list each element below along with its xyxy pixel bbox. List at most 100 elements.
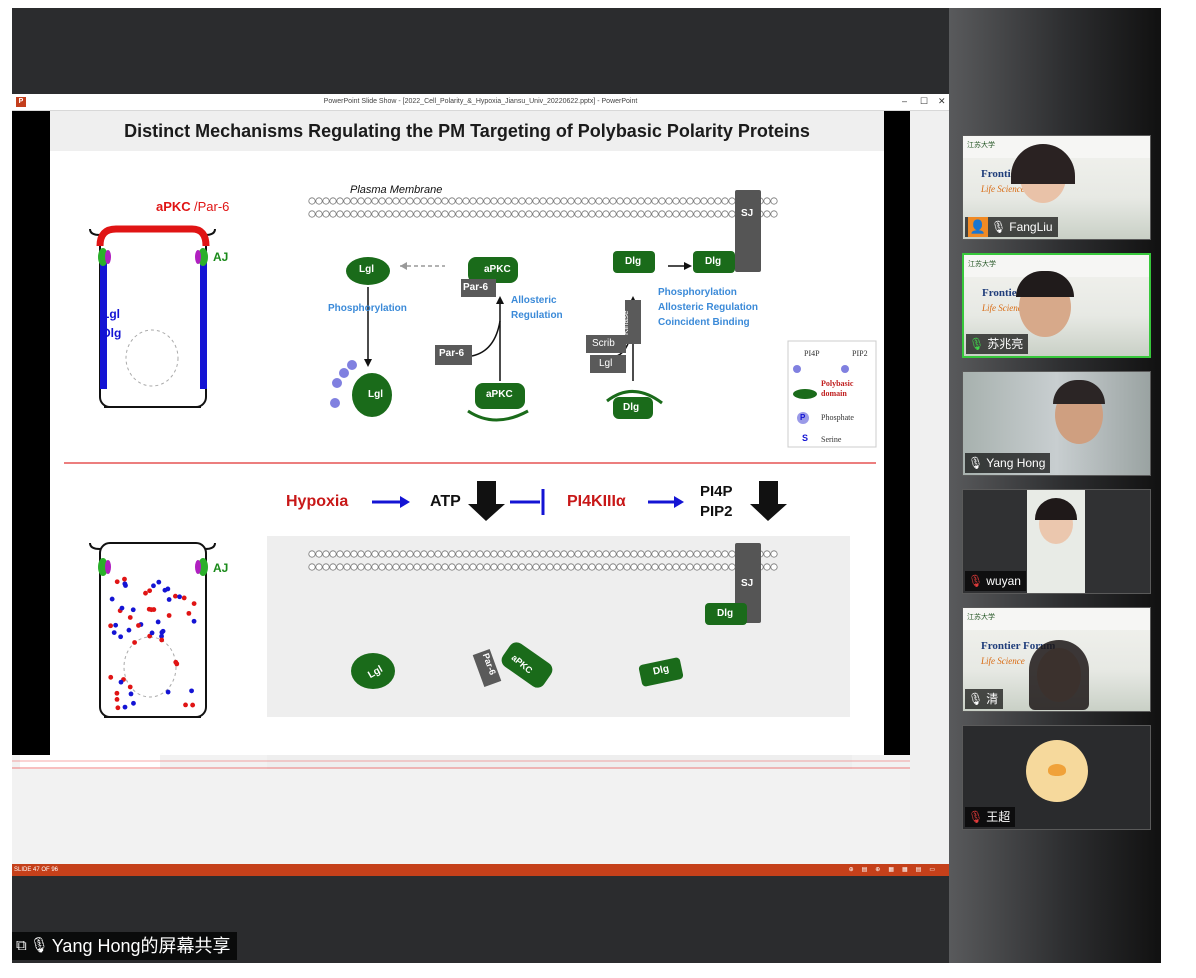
lipid-head — [350, 197, 358, 205]
lipid-head — [329, 197, 337, 205]
participant-nameplate: 🎙 Yang Hong — [965, 453, 1051, 473]
lipid-head — [637, 197, 645, 205]
lipid-head — [441, 197, 449, 205]
participant-tile-wuyan[interactable]: 🎙 wuyan — [962, 489, 1151, 594]
legend-phosphate: Phosphate — [821, 413, 854, 422]
cytosolic-dot — [177, 594, 182, 600]
lipid-head — [343, 197, 351, 205]
lipid-head — [672, 197, 680, 205]
lipid-head — [322, 210, 330, 218]
lipid-head — [672, 563, 680, 571]
participant-tile-wangchao[interactable]: 🎙 王超 — [962, 725, 1151, 830]
par6-box-label: Par-6 — [463, 282, 489, 293]
lipid-head — [469, 550, 477, 558]
participant-tile-suzhaoliang[interactable]: 江苏大学 Frontier Life Science 🎙 苏兆亮 — [962, 253, 1151, 358]
cytosolic-dot — [186, 610, 192, 616]
lipid-head — [581, 210, 589, 218]
lipid-head — [406, 550, 414, 558]
lipid-head — [525, 563, 533, 571]
multi-label-1: Phosphorylation — [658, 287, 737, 298]
cytosolic-dot — [159, 637, 165, 643]
lipid-head — [434, 210, 442, 218]
restore-button[interactable]: ☐ — [920, 96, 928, 107]
lipid-head — [623, 197, 631, 205]
lipid-head — [665, 210, 673, 218]
lipid-head — [476, 563, 484, 571]
legend-polybasic: Polybasic domain — [821, 379, 854, 398]
participant-tile-yanghong[interactable]: 🎙 Yang Hong — [962, 371, 1151, 476]
lipid-head — [560, 563, 568, 571]
lgl-cell-label: Lgl — [102, 307, 120, 321]
lipid-head — [364, 210, 372, 218]
lipid-head — [399, 563, 407, 571]
lipid-head — [504, 563, 512, 571]
lower-panel — [267, 536, 850, 717]
lipid-head — [371, 563, 379, 571]
lipid-head — [392, 550, 400, 558]
lipid-head — [623, 210, 631, 218]
lipid-head — [427, 550, 435, 558]
lipid-head — [679, 210, 687, 218]
lipid-head — [693, 550, 701, 558]
lipid-head — [336, 563, 344, 571]
legend-serine: Serine — [821, 435, 842, 444]
lipid-head — [588, 197, 596, 205]
lipid-head — [616, 210, 624, 218]
lipid-head — [385, 563, 393, 571]
microphone-muted-icon: 🎙 — [968, 574, 984, 588]
lipid-head — [623, 550, 631, 558]
lipid-head — [504, 197, 512, 205]
lipid-head — [609, 210, 617, 218]
lipid-head — [672, 550, 680, 558]
lipid-head — [385, 197, 393, 205]
cytosolic-dot — [122, 576, 127, 582]
lipid-head — [469, 563, 477, 571]
lipid-head — [602, 563, 610, 571]
lipid-head — [413, 550, 421, 558]
close-button[interactable]: ✕ — [938, 96, 946, 107]
lgl-phospho-label: Lgl — [368, 389, 383, 400]
aj-label-bottom: AJ — [213, 561, 229, 575]
minimize-button[interactable]: – — [902, 96, 907, 106]
participant-name: 王超 — [986, 810, 1011, 824]
dlg-bottom-label: Dlg — [717, 608, 734, 619]
lipid-head — [651, 210, 659, 218]
lipid-head — [406, 563, 414, 571]
lipid-head — [336, 550, 344, 558]
lipid-head — [658, 563, 666, 571]
lipid-head — [609, 563, 617, 571]
lipid-head — [420, 197, 428, 205]
lipid-head — [497, 197, 505, 205]
microphone-icon: 🎙 — [968, 456, 984, 470]
lipid-head — [721, 210, 729, 218]
cytosolic-dot — [126, 627, 132, 633]
lipid-head — [392, 563, 400, 571]
lipid-head — [707, 550, 715, 558]
participant-name: 苏兆亮 — [987, 337, 1024, 351]
participant-tile-qing[interactable]: 江苏大学 Frontier Forum Life Science 🎙 清 — [962, 607, 1151, 712]
lipid-head — [518, 197, 526, 205]
lgl-protein-label: Lgl — [359, 264, 374, 275]
lipid-head — [490, 563, 498, 571]
lipid-head — [420, 550, 428, 558]
lipid-head — [308, 563, 316, 571]
lipid-head — [392, 197, 400, 205]
lipid-head — [763, 550, 771, 558]
lipid-head — [595, 210, 603, 218]
participant-tile-fangliu[interactable]: 江苏大学 Frontier Life Science 👤 🎙 FangLiu — [962, 135, 1151, 240]
participant-name: wuyan — [986, 574, 1021, 588]
lipid-head — [329, 210, 337, 218]
slide[interactable]: Distinct Mechanisms Regulating the PM Ta… — [50, 111, 884, 755]
lipid-head — [574, 550, 582, 558]
view-controls[interactable]: ⊕▤⊕▦▦▤▭ — [849, 864, 943, 876]
cytosolic-dot — [122, 581, 128, 587]
participant-name: FangLiu — [1009, 220, 1053, 234]
lipid-head — [378, 550, 386, 558]
lipid-head — [357, 210, 365, 218]
lipid-head — [483, 563, 491, 571]
lipid-head — [497, 563, 505, 571]
lipid-head — [672, 210, 680, 218]
lipid-head — [476, 550, 484, 558]
lipid-head — [546, 563, 554, 571]
lipid-head — [714, 197, 722, 205]
